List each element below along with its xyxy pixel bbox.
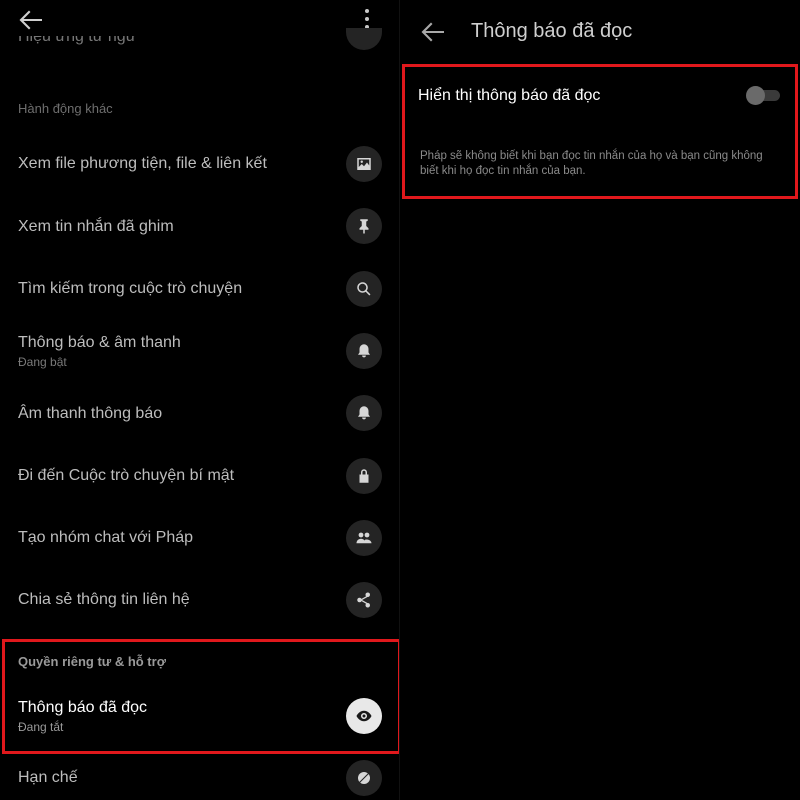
bell-icon	[346, 395, 382, 431]
search-icon	[346, 271, 382, 307]
people-icon	[346, 520, 382, 556]
highlight-box-left	[2, 639, 400, 754]
word-effects-row[interactable]: Hiệu ứng từ ngữ	[18, 36, 136, 50]
lock-icon	[346, 458, 382, 494]
bell-icon	[346, 333, 382, 369]
highlight-box-right	[402, 64, 798, 199]
image-icon	[346, 146, 382, 182]
share-contact-label: Chia sẻ thông tin liên hệ	[18, 591, 190, 608]
secret-conversation-label: Đi đến Cuộc trò chuyện bí mật	[18, 467, 235, 484]
restrict-label: Hạn chế	[18, 769, 78, 786]
pin-icon	[346, 208, 382, 244]
section-other-actions: Hành động khác	[18, 101, 113, 116]
right-top-bar: Thông báo đã đọc	[400, 0, 800, 42]
word-effects-label: Hiệu ứng từ ngữ	[18, 36, 137, 45]
share-icon	[346, 582, 382, 618]
word-effects-icon	[346, 28, 382, 50]
back-arrow-icon[interactable]	[420, 20, 446, 44]
notifications-sounds-label: Thông báo & âm thanh	[18, 334, 181, 351]
restrict-icon	[346, 760, 382, 796]
pinned-messages-label: Xem tin nhắn đã ghim	[18, 218, 174, 235]
conversation-settings-panel: Hiệu ứng từ ngữ Hành động khác Xem file …	[0, 0, 400, 800]
read-receipts-settings-panel: Thông báo đã đọc Hiển thị thông báo đã đ…	[400, 0, 800, 800]
notifications-sounds-status: Đang bật	[18, 355, 67, 369]
create-group-label: Tạo nhóm chat với Pháp	[18, 529, 194, 546]
back-arrow-icon[interactable]	[18, 8, 44, 32]
media-files-links-label: Xem file phương tiện, file & liên kết	[18, 155, 267, 172]
left-top-bar	[0, 0, 400, 40]
search-conversation-label: Tìm kiếm trong cuộc trò chuyện	[18, 280, 243, 297]
page-title: Thông báo đã đọc	[471, 20, 633, 42]
notification-sound-label: Âm thanh thông báo	[18, 405, 163, 422]
